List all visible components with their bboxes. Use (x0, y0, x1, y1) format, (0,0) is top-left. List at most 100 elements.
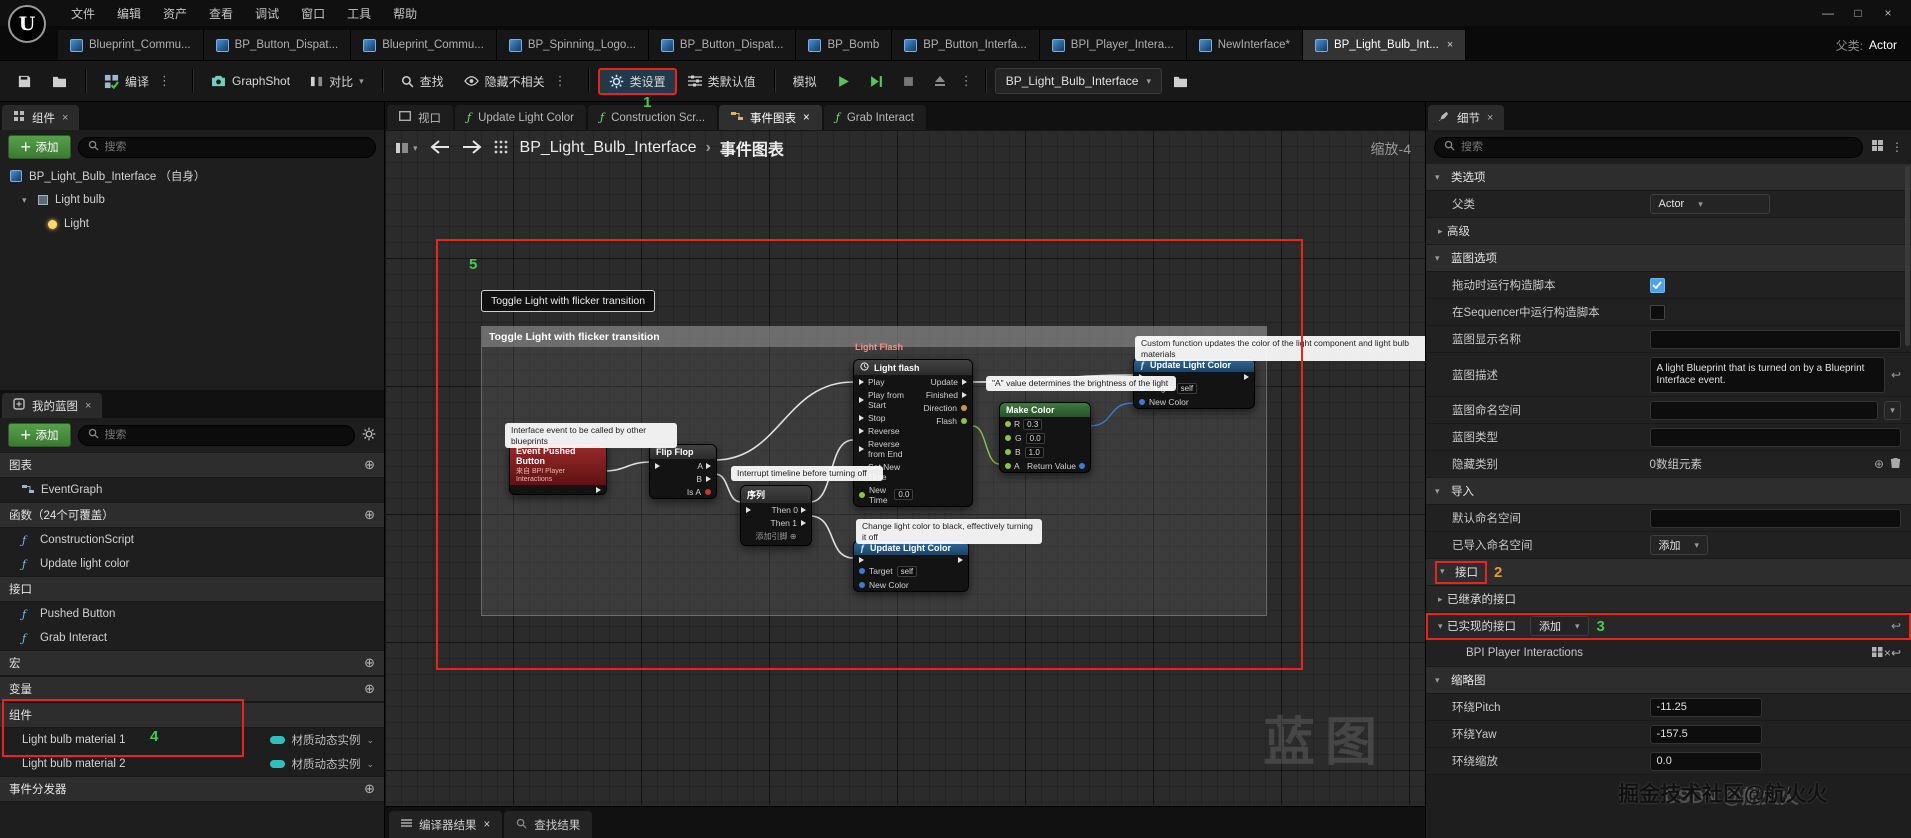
tab-grab-interact[interactable]: ƒGrab Interact (824, 105, 926, 130)
interface-grab-interact-item[interactable]: ƒGrab Interact (0, 626, 384, 650)
component-tree-item[interactable]: Light (0, 212, 384, 236)
menu-file[interactable]: 文件 (60, 5, 106, 22)
tab-event-graph[interactable]: 事件图表× (719, 105, 822, 130)
exec-pin[interactable] (596, 487, 601, 493)
category-interfaces[interactable]: ▾接口 2 (1426, 559, 1911, 586)
maximize-button[interactable]: □ (1845, 6, 1871, 20)
imported-namespace-add-dropdown[interactable]: 添加▾ (1650, 535, 1709, 555)
exec-pin[interactable] (801, 520, 806, 526)
menu-debug[interactable]: 调试 (244, 5, 290, 22)
object-pin[interactable] (859, 568, 865, 574)
close-icon[interactable]: × (803, 112, 810, 124)
details-settings-icon[interactable]: ⋮ (1891, 140, 1903, 154)
tab-components[interactable]: 组件 × (2, 105, 79, 130)
color-pin[interactable] (1079, 463, 1085, 469)
component-tree-item[interactable]: ▾ Light bulb (0, 188, 384, 212)
interface-pushed-button-item[interactable]: ƒPushed Button (0, 602, 384, 626)
tab-my-blueprint[interactable]: 我的蓝图 × (2, 393, 102, 418)
section-functions[interactable]: 函数（24个可覆盖）⊕ (0, 502, 384, 528)
unreal-logo[interactable]: U (8, 5, 46, 43)
class-defaults-button[interactable]: 类默认值 (679, 68, 765, 95)
my-blueprint-search[interactable] (78, 425, 356, 446)
menu-view[interactable]: 查看 (198, 5, 244, 22)
add-macro-icon[interactable]: ⊕ (364, 655, 375, 671)
gear-icon[interactable] (362, 427, 376, 444)
reset-icon[interactable]: ↩ (1891, 368, 1901, 382)
node-timeline-light-flash[interactable]: Light flash Play Play from Start Stop Re… (853, 359, 973, 507)
parent-class-dropdown[interactable]: Actor▾ (1650, 194, 1770, 214)
asset-tab[interactable]: NewInterface* (1187, 30, 1303, 60)
float-pin[interactable] (1005, 435, 1011, 441)
category-class-options[interactable]: ▾类选项 (1426, 164, 1911, 191)
pin-value[interactable]: 0.0 (1026, 433, 1045, 444)
browse-icon[interactable] (1871, 646, 1884, 661)
details-scrollbar[interactable] (1905, 166, 1910, 346)
component-tree-root[interactable]: BP_Light_Bulb_Interface （自身） (0, 164, 384, 188)
exec-pin[interactable] (859, 446, 864, 452)
pin-value[interactable]: 1.0 (1025, 447, 1044, 458)
exec-pin[interactable] (706, 476, 711, 482)
close-icon[interactable]: × (1487, 112, 1493, 124)
details-search-input[interactable] (1461, 141, 1853, 153)
eventgraph-item[interactable]: EventGraph (0, 478, 384, 502)
compile-button[interactable]: 编译 ⋮ (95, 68, 183, 95)
play-options-icon[interactable]: ⋮ (957, 73, 976, 89)
menu-window[interactable]: 窗口 (290, 5, 336, 22)
bool-pin[interactable] (705, 489, 711, 495)
row-implemented-interfaces[interactable]: ▾ 已实现的接口 添加▾ 3 ↩ (1426, 613, 1911, 640)
namespace-dropdown[interactable]: ▾ (1884, 401, 1901, 420)
hide-unrelated-button[interactable]: 隐藏不相关 ⋮ (455, 68, 579, 95)
section-components-vars[interactable]: 组件 (0, 702, 384, 728)
orbit-pitch-field[interactable]: -11.25 (1650, 698, 1762, 717)
close-icon[interactable]: × (85, 400, 91, 412)
float-pin[interactable] (961, 418, 967, 424)
category-blueprint-options[interactable]: ▾蓝图选项 (1426, 245, 1911, 272)
material-variable-row[interactable]: Light bulb material 2 材质动态实例⌄ (0, 752, 384, 776)
menu-asset[interactable]: 资产 (152, 5, 198, 22)
view-options-icon[interactable] (1871, 139, 1884, 155)
graph-view-menu[interactable]: ▾ (395, 142, 418, 154)
frame-skip-button[interactable] (861, 70, 892, 93)
orbit-yaw-field[interactable]: -157.5 (1650, 725, 1762, 744)
blueprint-type-field[interactable] (1650, 428, 1901, 447)
color-pin[interactable] (859, 582, 865, 588)
minimize-button[interactable]: — (1815, 6, 1841, 20)
close-button[interactable]: × (1875, 6, 1901, 20)
exec-pin[interactable] (746, 507, 751, 513)
asset-tab[interactable]: Blueprint_Commu... (351, 30, 497, 60)
asset-tab[interactable]: Blueprint_Commu... (58, 30, 204, 60)
hide-unrelated-options-icon[interactable]: ⋮ (551, 73, 570, 89)
add-pin-button[interactable]: 添加引脚 ⊕ (741, 529, 811, 545)
add-interface-dropdown[interactable]: 添加▾ (1530, 616, 1589, 636)
add-graph-icon[interactable]: ⊕ (364, 457, 375, 473)
tab-viewport[interactable]: 视口 (387, 105, 453, 130)
row-bpi-interface[interactable]: BPI Player Interactions × ↩ (1426, 640, 1911, 667)
checkbox-checked[interactable] (1650, 278, 1665, 293)
exec-pin[interactable] (958, 557, 963, 563)
construction-script-item[interactable]: ƒConstructionScript (0, 528, 384, 552)
section-dispatchers[interactable]: 事件分发器⊕ (0, 776, 384, 802)
details-search[interactable] (1434, 137, 1863, 158)
update-light-color-item[interactable]: ƒUpdate light color (0, 552, 384, 576)
parent-class-value[interactable]: Actor (1869, 38, 1897, 52)
close-icon[interactable]: × (1447, 39, 1453, 51)
asset-tab-active[interactable]: BP_Light_Bulb_Int...× (1303, 30, 1466, 60)
float-pin[interactable] (1005, 449, 1011, 455)
debug-object-dropdown[interactable]: BP_Light_Bulb_Interface ▾ (995, 68, 1162, 94)
namespace-field[interactable] (1650, 401, 1878, 420)
remove-icon[interactable]: × (1884, 646, 1891, 660)
exec-pin[interactable] (962, 392, 967, 398)
tab-compiler-results[interactable]: 编译器结果 × (389, 811, 502, 838)
exec-pin[interactable] (801, 507, 806, 513)
category-import[interactable]: ▾导入 (1426, 478, 1911, 505)
enum-pin[interactable] (961, 405, 967, 411)
components-search-input[interactable] (105, 141, 367, 153)
browse-debug-object-button[interactable] (1164, 70, 1197, 93)
asset-tab[interactable]: BP_Button_Dispat... (649, 30, 797, 60)
reset-icon[interactable]: ↩ (1891, 619, 1901, 633)
asset-tab[interactable]: BP_Bomb (796, 30, 892, 60)
add-dispatcher-icon[interactable]: ⊕ (364, 781, 375, 797)
tab-update-light-color[interactable]: ƒUpdate Light Color (455, 105, 586, 130)
menu-help[interactable]: 帮助 (382, 5, 428, 22)
node-event-pushed-button[interactable]: Event Pushed Button 来自 BPI Player Intera… (509, 443, 607, 495)
